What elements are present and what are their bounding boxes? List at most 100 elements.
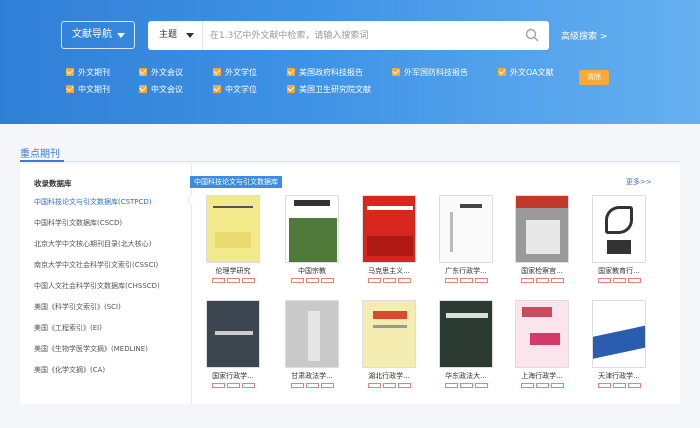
sidebar-item-sci[interactable]: 美国《科学引文索引》(SCI) bbox=[34, 302, 121, 312]
sidebar-item-ei[interactable]: 美国《工程索引》(EI) bbox=[34, 323, 102, 333]
chevron-down-icon bbox=[186, 33, 194, 38]
journal-card[interactable]: 上海行政学... bbox=[512, 300, 572, 389]
filter-label: 外文学位 bbox=[225, 68, 257, 77]
index-badges bbox=[436, 383, 496, 389]
index-badges bbox=[282, 278, 342, 284]
journal-card[interactable]: 中国宗教 bbox=[282, 195, 342, 284]
search-banner bbox=[0, 0, 700, 124]
section-divider bbox=[20, 161, 680, 162]
filter-checkbox[interactable]: 美国卫生研究院文献 bbox=[287, 84, 371, 95]
document-navigation-button[interactable]: 文献导航 bbox=[61, 21, 135, 49]
filter-checkbox[interactable]: 外文OA文献 bbox=[498, 67, 554, 78]
journal-title[interactable]: 甘肃政法学... bbox=[282, 371, 342, 381]
source-filter-group: 外文期刊 外文会议 外文学位 美国政府科技报告 外军国防科技报告 外文OA文献 … bbox=[66, 64, 586, 100]
checkbox-checked-icon bbox=[66, 85, 74, 93]
index-badges bbox=[436, 278, 496, 284]
filter-label: 美国卫生研究院文献 bbox=[299, 85, 371, 94]
chevron-down-icon bbox=[117, 33, 125, 38]
journal-title[interactable]: 上海行政学... bbox=[512, 371, 572, 381]
search-icon[interactable] bbox=[525, 28, 539, 42]
filter-checkbox[interactable]: 外文期刊 bbox=[66, 67, 110, 78]
journal-title[interactable]: 中国宗教 bbox=[282, 266, 342, 276]
checkbox-checked-icon bbox=[213, 85, 221, 93]
index-badges bbox=[203, 278, 263, 284]
database-tag: 中国科技论文与引文数据库 bbox=[190, 176, 282, 188]
journal-title[interactable]: 国家教育行... bbox=[589, 266, 649, 276]
journal-cover[interactable] bbox=[362, 300, 416, 368]
filter-checkbox[interactable]: 外文会议 bbox=[139, 67, 183, 78]
index-badges bbox=[512, 383, 572, 389]
journal-cover[interactable] bbox=[206, 195, 260, 263]
index-badges bbox=[589, 278, 649, 284]
filter-label: 外文期刊 bbox=[78, 68, 110, 77]
sidebar-item-ca[interactable]: 美国《化学文摘》(CA) bbox=[34, 365, 105, 375]
sidebar-item-pku-core[interactable]: 北京大学中文核心期刊目录(北大核心) bbox=[34, 239, 151, 249]
advanced-search-link[interactable]: 高级搜索 > bbox=[561, 29, 607, 42]
filter-label: 中文期刊 bbox=[78, 85, 110, 94]
journal-card[interactable]: 华东政法大... bbox=[436, 300, 496, 389]
journal-title[interactable]: 天津行政学... bbox=[589, 371, 649, 381]
index-badges bbox=[359, 278, 419, 284]
sidebar-item-cscd[interactable]: 中国科学引文数据库(CSCD) bbox=[34, 218, 122, 228]
journal-cover[interactable] bbox=[285, 195, 339, 263]
journal-cover[interactable] bbox=[362, 195, 416, 263]
search-box: 主题 bbox=[148, 21, 549, 50]
journal-title[interactable]: 马克思主义... bbox=[359, 266, 419, 276]
search-field-label: 主题 bbox=[159, 30, 178, 40]
journal-card[interactable]: 湖北行政学... bbox=[359, 300, 419, 389]
filter-label: 外文会议 bbox=[151, 68, 183, 77]
filter-label: 中文会议 bbox=[151, 85, 183, 94]
sidebar-item-medline[interactable]: 美国《生物学医学文摘》(MEDLINE) bbox=[34, 344, 148, 354]
section-active-underline bbox=[20, 160, 64, 162]
journal-card[interactable]: 国家检察官... bbox=[512, 195, 572, 284]
featured-journals-panel: 收录数据库 中国科技论文与引文数据库(CSTPCD) 中国科学引文数据库(CSC… bbox=[20, 164, 680, 404]
document-navigation-label: 文献导航 bbox=[72, 29, 112, 40]
journal-title[interactable]: 广东行政学... bbox=[436, 266, 496, 276]
journal-cover[interactable] bbox=[439, 195, 493, 263]
filter-checkbox[interactable]: 中文学位 bbox=[213, 84, 257, 95]
journal-cover[interactable] bbox=[515, 195, 569, 263]
checkbox-checked-icon bbox=[498, 68, 506, 76]
sidebar-item-chsscd[interactable]: 中国人文社会科学引文数据库(CHSSCD) bbox=[34, 281, 160, 291]
checkbox-checked-icon bbox=[392, 68, 400, 76]
filter-checkbox[interactable]: 外文学位 bbox=[213, 67, 257, 78]
journal-card[interactable]: 伦理学研究 bbox=[203, 195, 263, 284]
journal-cover[interactable] bbox=[439, 300, 493, 368]
filter-checkbox[interactable]: 中文期刊 bbox=[66, 84, 110, 95]
journal-card[interactable]: 国家教育行... bbox=[589, 195, 649, 284]
sidebar-item-cstpcd[interactable]: 中国科技论文与引文数据库(CSTPCD) bbox=[34, 197, 152, 207]
journal-card[interactable]: 广东行政学... bbox=[436, 195, 496, 284]
journal-title[interactable]: 伦理学研究 bbox=[203, 266, 263, 276]
index-badges bbox=[512, 278, 572, 284]
journal-cover[interactable] bbox=[285, 300, 339, 368]
journal-card[interactable]: 甘肃政法学... bbox=[282, 300, 342, 389]
sidebar-heading: 收录数据库 bbox=[34, 179, 72, 188]
journal-cover[interactable] bbox=[592, 300, 646, 368]
journal-cover[interactable] bbox=[515, 300, 569, 368]
search-field-select[interactable]: 主题 bbox=[148, 21, 203, 50]
database-sidebar: 收录数据库 中国科技论文与引文数据库(CSTPCD) 中国科学引文数据库(CSC… bbox=[20, 164, 192, 404]
section-title[interactable]: 重点期刊 bbox=[20, 145, 60, 160]
journal-cover[interactable] bbox=[206, 300, 260, 368]
journal-title[interactable]: 华东政法大... bbox=[436, 371, 496, 381]
filter-label: 美国政府科技报告 bbox=[299, 68, 363, 77]
journal-card[interactable]: 天津行政学... bbox=[589, 300, 649, 389]
journal-cover[interactable] bbox=[592, 195, 646, 263]
index-badges bbox=[203, 383, 263, 389]
more-link[interactable]: 更多>> bbox=[626, 177, 652, 187]
checkbox-checked-icon bbox=[213, 68, 221, 76]
journal-card[interactable]: 国家行政学... bbox=[203, 300, 263, 389]
journal-title[interactable]: 国家检察官... bbox=[512, 266, 572, 276]
filter-checkbox[interactable]: 中文会议 bbox=[139, 84, 183, 95]
search-input[interactable] bbox=[210, 27, 510, 45]
journal-card[interactable]: 马克思主义... bbox=[359, 195, 419, 284]
filter-label: 外文OA文献 bbox=[510, 68, 554, 77]
journal-title[interactable]: 湖北行政学... bbox=[359, 371, 419, 381]
journal-title[interactable]: 国家行政学... bbox=[203, 371, 263, 381]
filter-label: 外军国防科技报告 bbox=[404, 68, 468, 77]
clear-filters-button[interactable]: 清除 bbox=[579, 70, 609, 85]
filter-checkbox[interactable]: 美国政府科技报告 bbox=[287, 67, 363, 78]
filter-checkbox[interactable]: 外军国防科技报告 bbox=[392, 67, 468, 78]
sidebar-item-cssci[interactable]: 南京大学中文社会科学引文索引(CSSCI) bbox=[34, 260, 158, 270]
checkbox-checked-icon bbox=[287, 85, 295, 93]
